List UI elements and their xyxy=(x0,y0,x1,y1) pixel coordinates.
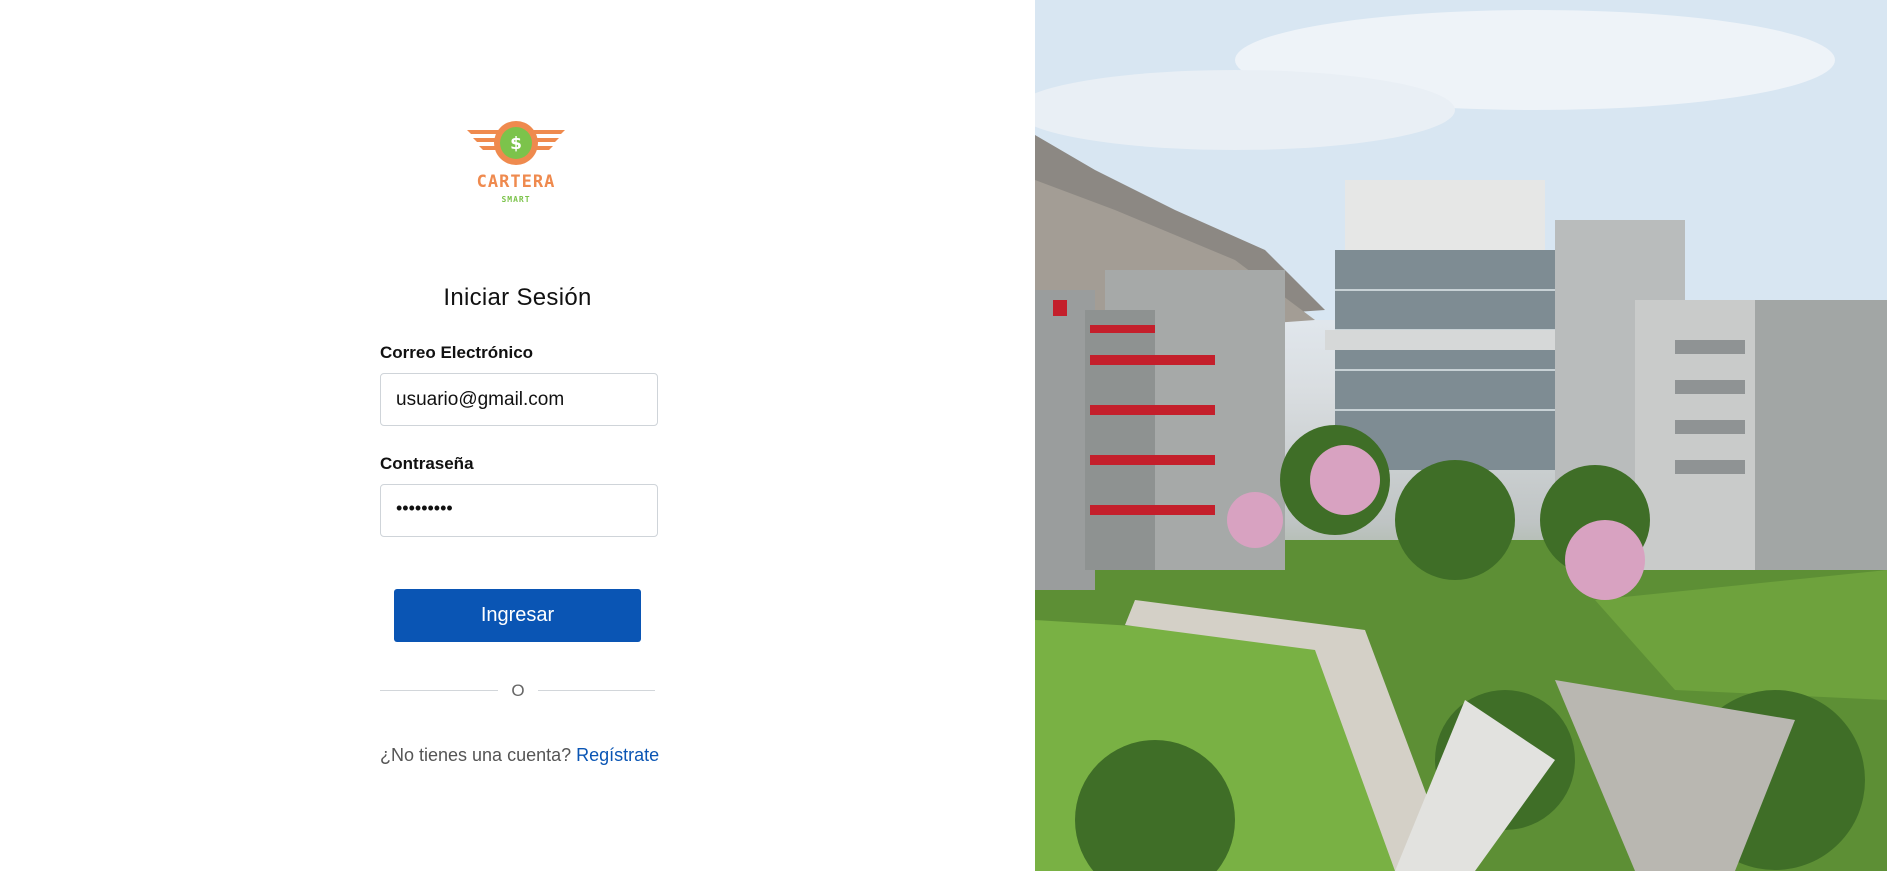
password-value: ••••••••• xyxy=(396,498,453,518)
signup-prompt: ¿No tienes una cuenta? Regístrate xyxy=(380,745,659,766)
campus-photo xyxy=(1035,0,1887,871)
signup-prompt-text: ¿No tienes una cuenta? xyxy=(380,745,572,765)
login-panel: $ CARTERA SMART Iniciar Sesión Correo El… xyxy=(0,0,1035,871)
email-field[interactable]: usuario@gmail.com xyxy=(380,373,658,426)
hero-image xyxy=(1035,0,1887,871)
svg-text:$: $ xyxy=(510,134,522,154)
login-button[interactable]: Ingresar xyxy=(394,589,641,642)
password-label: Contraseña xyxy=(380,454,474,473)
brand-tagline: SMART xyxy=(501,195,531,204)
divider-text: O xyxy=(511,681,525,700)
signup-link[interactable]: Regístrate xyxy=(576,745,659,765)
brand-name: CARTERA xyxy=(476,172,556,192)
divider-right xyxy=(538,690,655,691)
wallet-wings-icon: $ xyxy=(467,121,565,165)
page-title: Iniciar Sesión xyxy=(443,284,592,311)
brand-logo: $ CARTERA SMART xyxy=(465,118,567,210)
login-button-label: Ingresar xyxy=(480,604,555,626)
email-value: usuario@gmail.com xyxy=(396,389,565,410)
email-label: Correo Electrónico xyxy=(380,343,534,362)
divider-left xyxy=(380,690,498,691)
password-field[interactable]: ••••••••• xyxy=(380,484,658,537)
